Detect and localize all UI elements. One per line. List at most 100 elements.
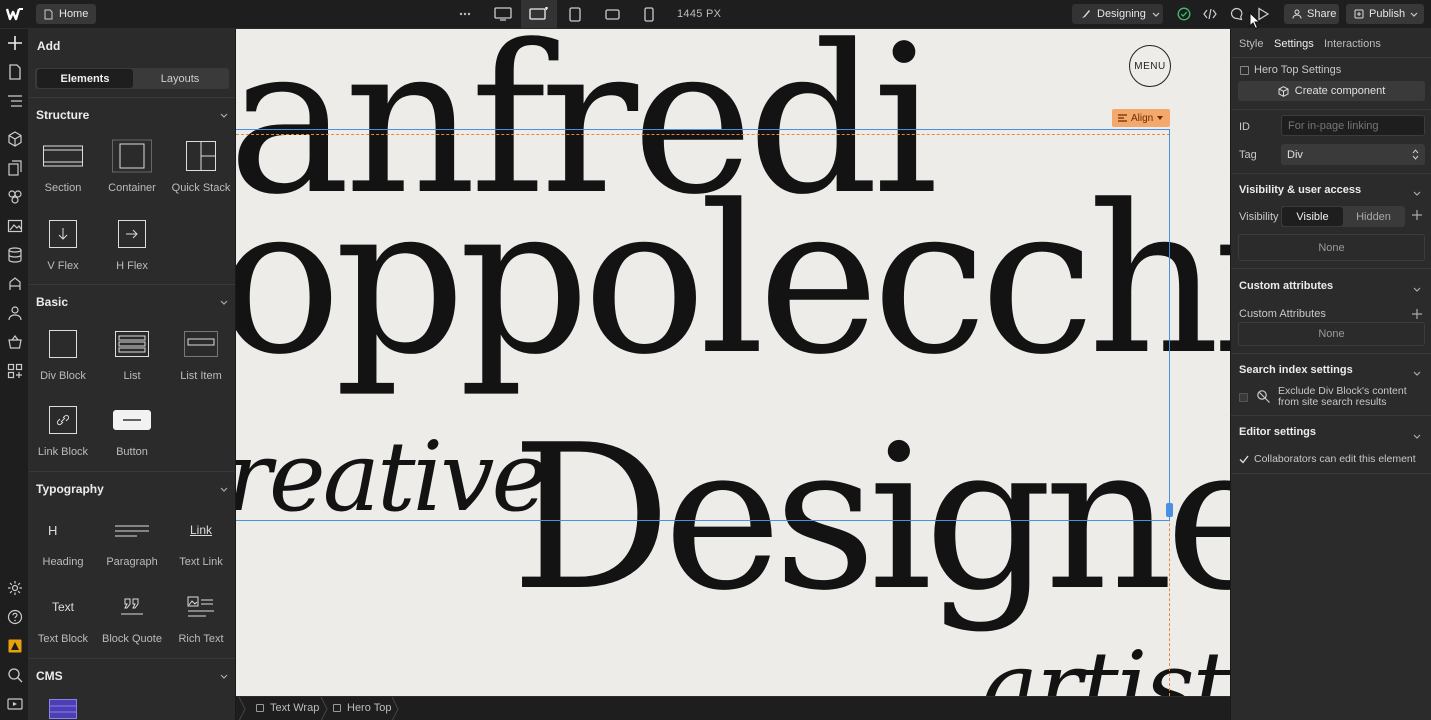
element-rich-text[interactable]: Rich Text: [167, 590, 235, 645]
site-menu-button[interactable]: MENU: [1129, 45, 1171, 87]
mobile-landscape-icon[interactable]: [600, 0, 624, 28]
element-heading[interactable]: H Heading: [29, 513, 97, 569]
element-label: Link Block: [37, 446, 89, 458]
tab-style[interactable]: Style: [1239, 38, 1263, 50]
share-label: Share: [1307, 8, 1337, 20]
element-link-block[interactable]: Link Block: [29, 403, 97, 458]
base-breakpoint-icon[interactable]: [521, 0, 557, 28]
element-container[interactable]: Container: [98, 139, 166, 194]
element-v-flex[interactable]: V Flex: [29, 217, 97, 272]
basic-section-header[interactable]: Basic: [29, 284, 235, 314]
element-label: Text Link: [179, 556, 223, 568]
navigator-icon[interactable]: [5, 91, 24, 110]
tab-elements[interactable]: Elements: [37, 69, 133, 88]
code-icon[interactable]: [1201, 0, 1219, 28]
audit-warning-icon[interactable]: [5, 636, 24, 655]
desktop-breakpoint-icon[interactable]: [486, 0, 520, 28]
pages-icon[interactable]: [5, 62, 24, 81]
video-tutorials-icon[interactable]: [5, 694, 24, 713]
collection-list-icon[interactable]: [49, 699, 77, 720]
element-text-link[interactable]: Link Text Link: [167, 513, 235, 568]
typography-section-header[interactable]: Typography: [29, 471, 235, 501]
section-title: CMS: [36, 669, 63, 683]
create-component-button[interactable]: Create component: [1238, 81, 1425, 101]
element-quick-stack[interactable]: Quick Stack: [167, 139, 235, 194]
variables-icon[interactable]: [5, 187, 24, 206]
align-icon: [1118, 114, 1127, 122]
visibility-section-header[interactable]: Visibility & user access: [1239, 184, 1361, 196]
custom-attributes-box[interactable]: None: [1238, 322, 1425, 346]
visibility-conditions-box[interactable]: None: [1238, 234, 1425, 261]
settings-icon[interactable]: [5, 578, 24, 597]
visible-option[interactable]: Visible: [1282, 207, 1343, 226]
divider: [1231, 473, 1431, 474]
mobile-portrait-icon[interactable]: [638, 0, 660, 28]
element-block-quote[interactable]: Block Quote: [98, 590, 166, 645]
hero-subtitle-artist[interactable]: artist: [981, 639, 1230, 696]
element-paragraph[interactable]: Paragraph: [98, 513, 166, 568]
logic-icon[interactable]: [5, 274, 24, 293]
chevron-down-icon[interactable]: [1413, 281, 1421, 295]
hidden-option[interactable]: Hidden: [1343, 207, 1404, 226]
more-options-icon[interactable]: [455, 0, 475, 28]
cms-section-header[interactable]: CMS: [29, 658, 235, 688]
home-page-button[interactable]: Home: [36, 4, 97, 24]
left-toolbar: [0, 29, 29, 720]
search-icon[interactable]: [5, 665, 24, 684]
collaborators-edit-text: Collaborators can edit this element: [1254, 453, 1416, 465]
selected-element-outline[interactable]: [236, 129, 1170, 521]
components-icon[interactable]: [5, 129, 24, 148]
divider: [1231, 268, 1431, 269]
element-text-block[interactable]: Text Text Block: [29, 590, 97, 645]
element-button[interactable]: Button: [98, 403, 166, 458]
canvas-width-label: 1445 PX: [677, 8, 722, 20]
assets-icon[interactable]: [5, 216, 24, 235]
breadcrumb-item-hero-top[interactable]: Hero Top: [333, 702, 391, 714]
designer-mode-button[interactable]: Designing: [1072, 4, 1163, 24]
align-badge[interactable]: Align: [1112, 109, 1170, 127]
div-block-icon: [43, 327, 83, 361]
add-condition-icon[interactable]: [1412, 209, 1422, 223]
add-attribute-icon[interactable]: [1412, 308, 1422, 322]
share-button[interactable]: Share: [1284, 4, 1339, 24]
ecommerce-icon[interactable]: [5, 332, 24, 351]
publish-button[interactable]: Publish: [1346, 4, 1424, 24]
element-list-item[interactable]: List Item: [167, 327, 235, 382]
tablet-breakpoint-icon[interactable]: [563, 0, 587, 28]
id-input[interactable]: [1281, 115, 1425, 136]
element-type-icon: [1240, 66, 1249, 75]
tab-settings[interactable]: Settings: [1274, 38, 1314, 50]
element-h-flex[interactable]: H Flex: [98, 217, 166, 272]
tab-interactions[interactable]: Interactions: [1324, 38, 1381, 50]
chevron-down-icon[interactable]: [1413, 365, 1421, 379]
help-icon[interactable]: [5, 607, 24, 626]
editor-settings-section-header[interactable]: Editor settings: [1239, 426, 1316, 438]
breadcrumb-item-text-wrap[interactable]: Text Wrap: [256, 702, 319, 714]
comments-icon[interactable]: [1228, 0, 1246, 28]
section-title: Structure: [36, 108, 90, 122]
tag-select[interactable]: Div: [1281, 144, 1425, 165]
element-section[interactable]: Section: [29, 139, 97, 194]
brush-icon: [1082, 10, 1090, 18]
resize-handle[interactable]: [1166, 503, 1173, 517]
apps-icon[interactable]: [5, 361, 24, 380]
top-bar: Home 1445 PX Designing Share Publish: [0, 0, 1431, 29]
element-list[interactable]: List: [98, 327, 166, 382]
libraries-icon[interactable]: [5, 158, 24, 177]
add-icon[interactable]: [5, 33, 24, 52]
custom-attributes-section-header[interactable]: Custom attributes: [1239, 280, 1333, 292]
users-icon[interactable]: [5, 303, 24, 322]
chevron-down-icon[interactable]: [1413, 428, 1421, 442]
element-div-block[interactable]: Div Block: [29, 327, 97, 382]
search-index-section-header[interactable]: Search index settings: [1239, 364, 1353, 376]
breadcrumb-separator-icon: [238, 697, 246, 720]
collaborators-checkbox-checked-icon[interactable]: [1239, 453, 1249, 467]
exclude-search-checkbox[interactable]: [1239, 393, 1248, 402]
webflow-logo-icon[interactable]: [6, 6, 24, 22]
design-canvas[interactable]: anfredi oppolecchia reative Designer art…: [236, 29, 1230, 696]
status-check-icon[interactable]: [1175, 0, 1193, 28]
cms-icon[interactable]: [5, 245, 24, 264]
tab-layouts[interactable]: Layouts: [132, 69, 228, 88]
chevron-down-icon[interactable]: [1413, 185, 1421, 199]
structure-section-header[interactable]: Structure: [29, 97, 235, 127]
